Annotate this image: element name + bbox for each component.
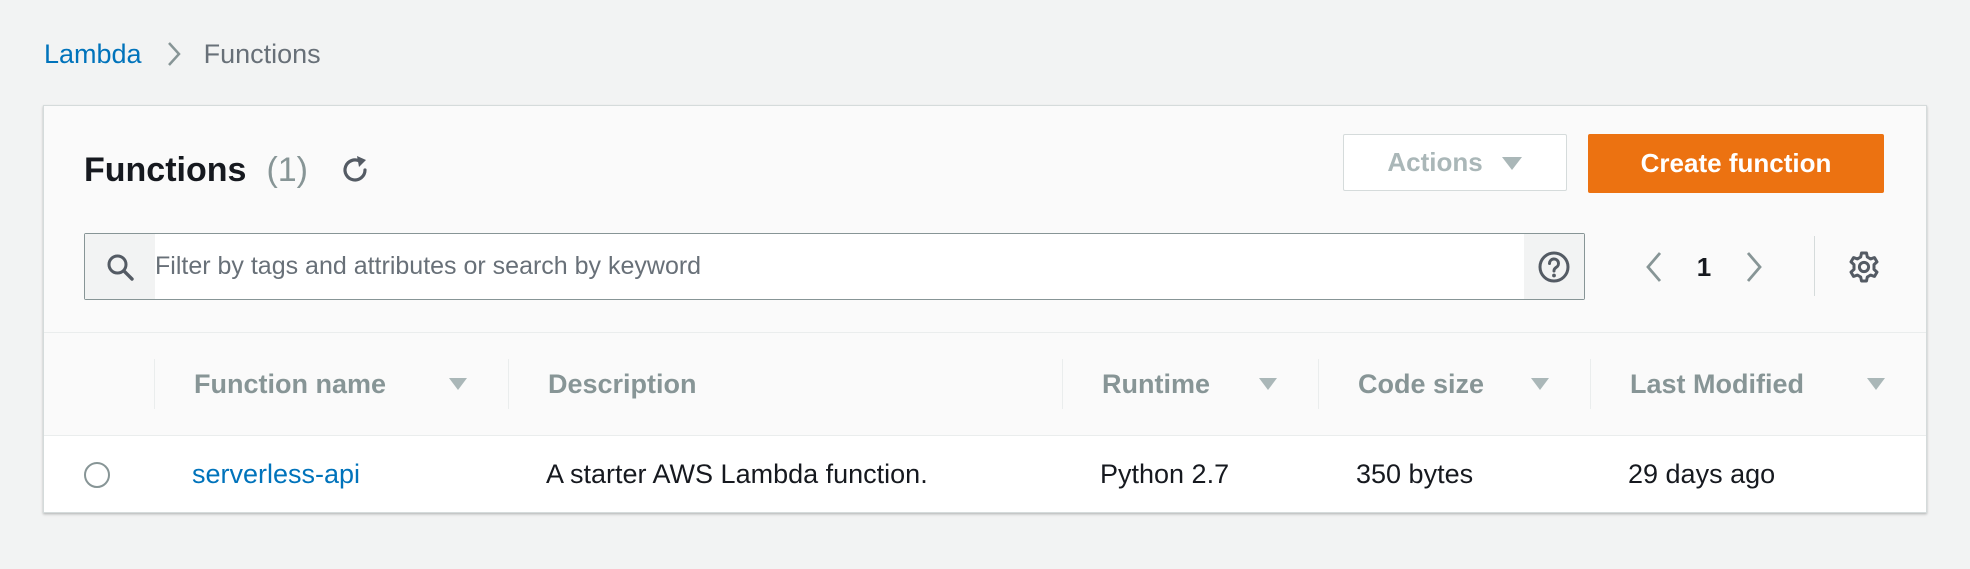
breadcrumb: Lambda Functions — [44, 36, 321, 72]
column-separator — [1318, 359, 1319, 409]
search-field — [84, 233, 1585, 300]
column-separator — [154, 359, 155, 409]
chevron-left-icon[interactable] — [1634, 241, 1674, 293]
column-header-code-size[interactable]: Code size — [1358, 333, 1484, 435]
search-input[interactable] — [155, 233, 1524, 300]
actions-label: Actions — [1387, 147, 1483, 177]
chevron-right-icon[interactable] — [1734, 241, 1774, 293]
column-header-description: Description — [548, 368, 697, 399]
divider — [1814, 236, 1815, 296]
table-header: Function name Description Runtime Code s… — [44, 332, 1926, 436]
sort-caret-icon[interactable] — [1258, 333, 1278, 435]
function-last-modified: 29 days ago — [1628, 458, 1776, 489]
sort-caret-icon[interactable] — [1530, 333, 1550, 435]
refresh-icon[interactable] — [338, 153, 372, 187]
caret-down-icon — [1501, 155, 1523, 171]
breadcrumb-current: Functions — [203, 38, 321, 69]
functions-panel: Functions (1) Actions Create function Fi… — [43, 105, 1927, 513]
page-title: Functions — [84, 150, 247, 189]
help-circle-icon[interactable] — [1524, 234, 1584, 299]
create-function-button[interactable]: Create function — [1588, 134, 1884, 193]
function-code-size: 350 bytes — [1356, 458, 1474, 489]
pagination: 1 — [1634, 241, 1774, 293]
column-separator — [1062, 359, 1063, 409]
sort-caret-icon[interactable] — [1866, 333, 1886, 435]
column-header-runtime[interactable]: Runtime — [1102, 333, 1210, 435]
row-select-radio[interactable] — [84, 462, 110, 488]
breadcrumb-lambda-link[interactable]: Lambda — [44, 39, 142, 70]
column-header-function-name[interactable]: Function name — [194, 333, 386, 435]
panel-header: Functions (1) — [84, 148, 372, 192]
table-row[interactable]: serverless-api A starter AWS Lambda func… — [44, 436, 1926, 512]
gear-icon[interactable] — [1846, 249, 1882, 285]
chevron-right-icon — [166, 40, 182, 68]
actions-button[interactable]: Actions — [1343, 134, 1567, 191]
function-description: A starter AWS Lambda function. — [546, 458, 928, 489]
function-count: (1) — [266, 150, 308, 189]
sort-caret-icon[interactable] — [448, 333, 468, 435]
column-header-last-modified[interactable]: Last Modified — [1630, 333, 1804, 435]
column-separator — [1590, 359, 1591, 409]
current-page-number[interactable]: 1 — [1674, 252, 1734, 283]
function-runtime: Python 2.7 — [1100, 458, 1230, 489]
column-separator — [508, 359, 509, 409]
function-name-link[interactable]: serverless-api — [192, 436, 360, 512]
search-icon — [85, 234, 155, 299]
